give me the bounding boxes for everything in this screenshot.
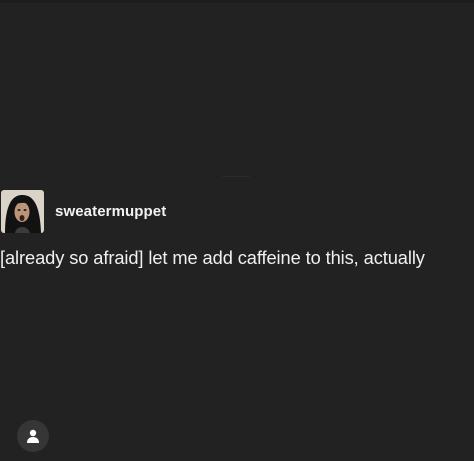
- profile-button[interactable]: [17, 420, 49, 452]
- user-icon: [27, 429, 39, 443]
- post-text: [already so afraid] let me add caffeine …: [0, 247, 425, 268]
- avatar[interactable]: [1, 190, 44, 233]
- username[interactable]: sweatermuppet: [55, 203, 166, 220]
- avatar-image: [1, 190, 44, 233]
- top-edge: [0, 0, 474, 3]
- post-header: sweatermuppet: [1, 190, 166, 233]
- divider: [222, 176, 250, 177]
